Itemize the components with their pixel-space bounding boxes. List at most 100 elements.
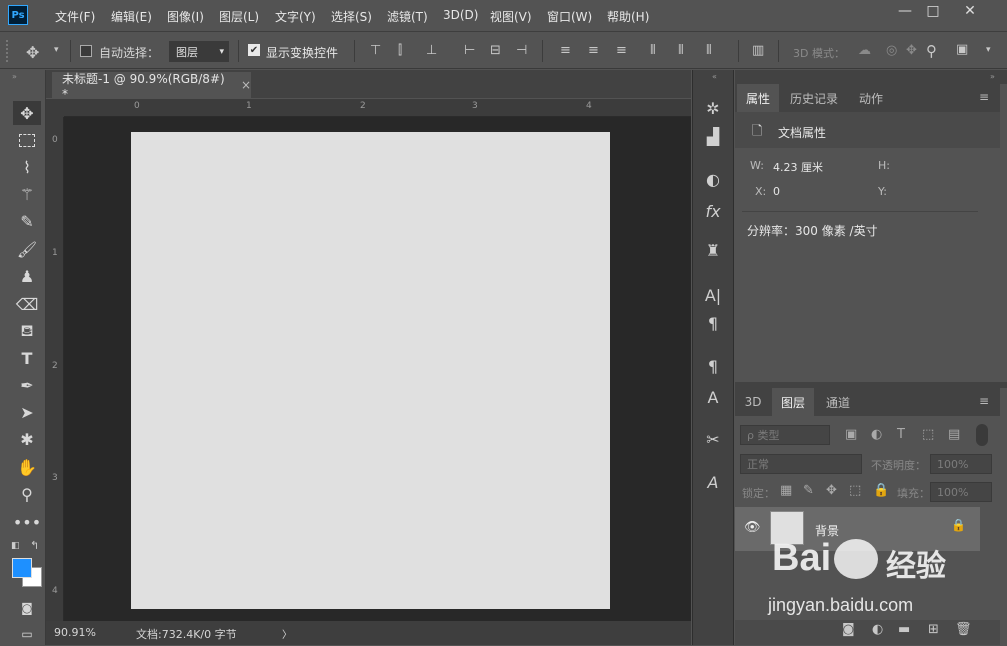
distribute-top-icon[interactable]: ≡ <box>560 43 571 58</box>
expand-panels-icon[interactable]: « <box>712 72 717 81</box>
lock-all-icon[interactable]: 🔒 <box>873 483 889 498</box>
x-value[interactable]: 0 <box>773 185 780 198</box>
tab-actions[interactable]: 动作 <box>849 84 893 112</box>
panel-menu-icon[interactable]: ≡ <box>979 90 989 104</box>
status-menu-arrow-icon[interactable]: 〉 <box>282 626 292 641</box>
align-hcenter-icon[interactable]: ⊟ <box>490 43 501 58</box>
lock-pixels-icon[interactable]: ✎ <box>803 483 814 498</box>
distribute-vcenter-icon[interactable]: ≡ <box>588 43 599 58</box>
adjustments-panel-icon[interactable]: ◐ <box>700 167 726 191</box>
hand-tool-icon[interactable]: ✋ <box>13 455 41 479</box>
stamp-tool-icon[interactable]: ♟ <box>13 264 41 288</box>
layer-filter-kind-dropdown[interactable]: ρ 类型 <box>740 425 830 445</box>
options-grip[interactable] <box>6 40 10 62</box>
auto-align-icon[interactable]: ▥ <box>752 43 764 58</box>
menu-type[interactable]: 文字(Y) <box>275 8 316 25</box>
collapse-toolbox-icon[interactable]: » <box>12 72 17 81</box>
blend-mode-dropdown[interactable]: 正常 <box>740 454 862 474</box>
filter-smart-object-icon[interactable]: ▤ <box>948 427 960 442</box>
lasso-tool-icon[interactable]: ⌇ <box>13 155 41 179</box>
character-styles-panel-icon[interactable]: A <box>700 385 726 409</box>
marquee-tool-icon[interactable] <box>13 128 41 152</box>
type-tool-icon[interactable]: T <box>13 346 41 370</box>
more-tools-icon[interactable]: ••• <box>13 510 41 534</box>
distribute-left-icon[interactable]: ⦀ <box>650 43 656 58</box>
tab-properties[interactable]: 属性 <box>737 84 779 112</box>
roll-3d-icon[interactable]: ◎ <box>886 43 897 58</box>
workspace-chevron-icon[interactable]: ▾ <box>986 45 991 55</box>
tool-presets-panel-icon[interactable]: ✂ <box>700 427 726 451</box>
show-transform-checkbox[interactable]: ✔ <box>248 44 260 56</box>
menu-file[interactable]: 文件(F) <box>55 8 95 25</box>
align-vcenter-icon[interactable]: ⫿ <box>398 43 402 58</box>
width-value[interactable]: 4.23 厘米 <box>773 159 823 175</box>
lock-transparent-icon[interactable]: ▦ <box>780 483 792 498</box>
foreground-color-swatch[interactable] <box>12 558 32 578</box>
orbit-3d-icon[interactable]: ☁ <box>858 43 871 58</box>
document-canvas[interactable] <box>131 132 610 609</box>
vertical-ruler[interactable]: 0 1 2 3 4 <box>46 117 64 621</box>
menu-help[interactable]: 帮助(H) <box>607 8 649 25</box>
collapse-dock-icon[interactable]: » <box>990 72 995 81</box>
menu-edit[interactable]: 编辑(E) <box>111 8 152 25</box>
align-bottom-icon[interactable]: ⊥ <box>426 43 437 58</box>
menu-filter[interactable]: 滤镜(T) <box>387 8 428 25</box>
fill-input[interactable]: 100% <box>930 482 992 502</box>
tab-history[interactable]: 历史记录 <box>783 84 845 112</box>
align-right-icon[interactable]: ⊣ <box>516 43 527 58</box>
styles-panel-icon[interactable]: fx <box>700 199 726 223</box>
horizontal-ruler[interactable]: 0 1 2 3 4 <box>46 99 691 117</box>
workspace-icon[interactable]: ▣ <box>956 42 968 57</box>
menu-layer[interactable]: 图层(L) <box>219 8 259 25</box>
zoom-level[interactable]: 90.91% <box>54 626 96 639</box>
magic-wand-tool-icon[interactable]: ⚚ <box>13 182 41 206</box>
paint-bucket-tool-icon[interactable]: ⛾ <box>13 319 41 343</box>
filter-pixel-icon[interactable]: ▣ <box>845 427 857 442</box>
tool-preset-chevron-icon[interactable]: ▾ <box>54 45 59 55</box>
layers-menu-icon[interactable]: ≡ <box>979 394 989 408</box>
document-size-info[interactable]: 文档:732.4K/0 字节 <box>136 626 237 642</box>
menu-select[interactable]: 选择(S) <box>331 8 372 25</box>
opacity-input[interactable]: 100% <box>930 454 992 474</box>
zoom-tool-icon[interactable]: ⚲ <box>13 482 41 506</box>
distribute-bottom-icon[interactable]: ≡ <box>616 43 627 58</box>
navigator-panel-icon[interactable]: ✲ <box>700 96 726 120</box>
histogram-panel-icon[interactable]: ▟ <box>700 124 726 148</box>
menu-3d[interactable]: 3D(D) <box>443 8 478 22</box>
quick-mask-icon[interactable]: ◙ <box>13 596 41 620</box>
lock-position-icon[interactable]: ✥ <box>826 483 837 498</box>
menu-window[interactable]: 窗口(W) <box>547 8 592 25</box>
brush-tool-icon[interactable]: 🖌 <box>13 237 41 261</box>
move-tool-icon[interactable]: ✥ <box>26 43 39 62</box>
eye-visibility-icon[interactable]: 👁 <box>744 520 761 535</box>
align-top-icon[interactable]: ⊤ <box>370 43 381 58</box>
tab-channels[interactable]: 通道 <box>817 388 859 416</box>
custom-shape-tool-icon[interactable]: ✱ <box>13 427 41 451</box>
distribute-right-icon[interactable]: ⦀ <box>706 43 712 58</box>
path-select-tool-icon[interactable]: ➤ <box>13 400 41 424</box>
character-panel-icon[interactable]: A| <box>700 283 726 307</box>
eyedropper-tool-icon[interactable]: ✎ <box>13 209 41 233</box>
tab-3d[interactable]: 3D <box>737 388 769 416</box>
ruler-origin[interactable] <box>46 99 64 117</box>
filter-type-icon[interactable]: T <box>897 427 905 442</box>
auto-select-target-dropdown[interactable]: 图层 ▾ <box>169 41 229 62</box>
eraser-tool-icon[interactable]: ⌫ <box>13 292 41 316</box>
paragraph-panel-icon[interactable]: ¶ <box>700 311 726 335</box>
menu-image[interactable]: 图像(I) <box>167 8 204 25</box>
screen-mode-icon[interactable]: ▭ <box>13 622 41 646</box>
auto-select-checkbox[interactable] <box>80 45 92 57</box>
drag-3d-icon[interactable]: ✥ <box>906 43 917 58</box>
filter-toggle[interactable] <box>976 424 988 446</box>
maximize-button[interactable]: □ <box>916 0 950 22</box>
filter-adjustment-icon[interactable]: ◐ <box>871 427 882 442</box>
paragraph-styles-panel-icon[interactable]: ¶ <box>700 354 726 378</box>
pen-tool-icon[interactable]: ✒ <box>13 373 41 397</box>
search-icon[interactable]: ⚲ <box>926 42 937 60</box>
distribute-hcenter-icon[interactable]: ⦀ <box>678 43 684 58</box>
align-left-icon[interactable]: ⊢ <box>464 43 475 58</box>
clone-source-panel-icon[interactable]: ♜ <box>700 238 726 262</box>
default-colors-icon[interactable]: ◧ <box>11 541 20 551</box>
tab-layers[interactable]: 图层 <box>772 388 814 416</box>
close-tab-icon[interactable]: × <box>241 78 251 92</box>
